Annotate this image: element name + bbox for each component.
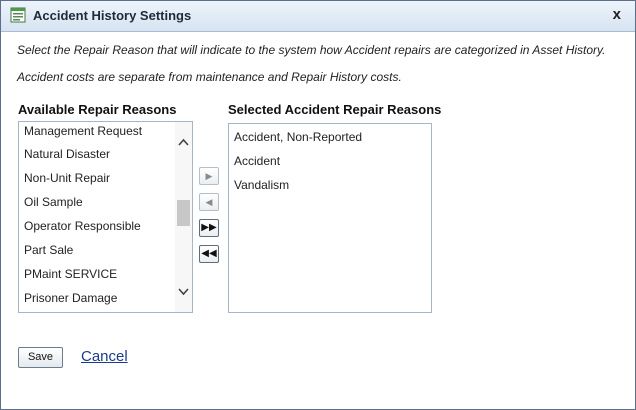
chevron-down-icon[interactable] xyxy=(175,283,192,300)
vertical-scrollbar[interactable] xyxy=(175,122,192,312)
accident-history-settings-dialog: Accident History Settings x Select the R… xyxy=(0,0,636,410)
add-selected-button[interactable]: ▶ xyxy=(199,167,219,185)
list-item[interactable]: Prisoner Damage xyxy=(19,288,175,312)
remove-all-button[interactable]: ◀◀ xyxy=(199,245,219,263)
add-all-button[interactable]: ▶▶ xyxy=(199,219,219,237)
chevron-up-icon[interactable] xyxy=(175,134,192,151)
save-button[interactable]: Save xyxy=(18,347,63,368)
list-item[interactable]: Accident xyxy=(229,148,431,172)
list-item[interactable]: Part Sale xyxy=(19,240,175,264)
list-item[interactable]: Natural Disaster xyxy=(19,144,175,168)
instructions: Select the Repair Reason that will indic… xyxy=(17,43,617,97)
list-item[interactable]: Oil Sample xyxy=(19,192,175,216)
selected-reasons-list[interactable]: Accident, Non-Reported Accident Vandalis… xyxy=(228,123,432,313)
instruction-text: Accident costs are separate from mainten… xyxy=(17,70,402,84)
list-item[interactable]: Management Request xyxy=(19,122,175,144)
list-item[interactable]: Non-Unit Repair xyxy=(19,168,175,192)
list-item[interactable]: Vandalism xyxy=(229,172,431,196)
scrollbar-thumb[interactable] xyxy=(177,200,190,226)
close-button[interactable]: x xyxy=(613,6,621,24)
instruction-text: Select the Repair Reason that will indic… xyxy=(17,43,606,57)
remove-selected-button[interactable]: ◀ xyxy=(199,193,219,211)
list-item[interactable]: Accident, Non-Reported xyxy=(229,124,431,148)
title-bar[interactable]: Accident History Settings x xyxy=(1,1,635,32)
list-item[interactable]: Operator Responsible xyxy=(19,216,175,240)
selected-reasons-heading: Selected Accident Repair Reasons xyxy=(228,102,442,117)
dialog-title: Accident History Settings xyxy=(33,8,192,23)
settings-form-icon xyxy=(10,7,26,23)
available-reasons-list[interactable]: Management Request Natural Disaster Non-… xyxy=(18,121,193,313)
available-reasons-heading: Available Repair Reasons xyxy=(18,102,177,117)
cancel-link[interactable]: Cancel xyxy=(81,348,128,365)
list-item[interactable]: PMaint SERVICE xyxy=(19,264,175,288)
